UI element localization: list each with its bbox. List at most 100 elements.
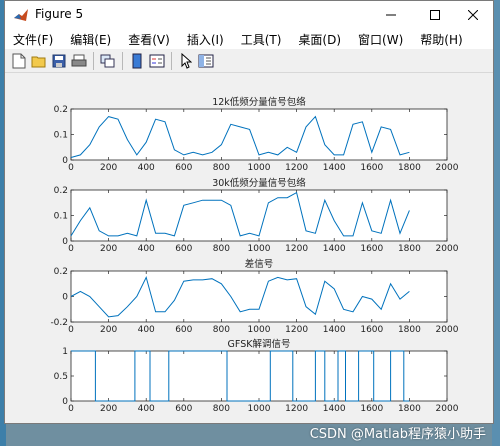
x-tick-label: 1600 [360,404,383,414]
x-tick-label: 0 [68,404,74,414]
y-tick-label: -0.2 [50,318,68,328]
plot-title: 差信号 [245,258,274,270]
open-file-icon [31,56,46,67]
x-tick-label: 1400 [323,244,346,254]
matlab-logo-icon [14,9,28,21]
y-tick-label: 0.2 [54,267,68,277]
x-tick-label: 1200 [285,244,308,254]
x-tick-label: 1400 [323,163,346,173]
menu-edit[interactable]: 编辑(E) [62,31,120,48]
new-figure-button[interactable] [9,51,29,71]
link-plot-button[interactable] [98,51,118,71]
close-button[interactable] [451,1,495,29]
x-tick-label: 1200 [285,325,308,335]
x-tick-label: 1600 [360,244,383,254]
x-tick-label: 800 [213,404,230,414]
close-icon [468,10,478,20]
plot-axes-box [70,270,448,323]
x-tick-label: 0 [68,244,74,254]
print-icon [71,54,87,66]
x-tick-label: 800 [213,163,230,173]
x-tick-label: 1200 [285,163,308,173]
plot-title: 30k低频分量信号包络 [212,177,306,189]
x-tick-label: 1000 [248,404,271,414]
x-tick-label: 2000 [436,163,459,173]
toolbar-separator [93,51,94,70]
property-editor-button[interactable] [196,51,216,71]
x-tick-label: 400 [138,404,155,414]
minimize-button[interactable] [369,1,413,29]
figure-window: Figure 5 文件(F) 编辑(E) 查看(V) 插入(I) 工具(T) 桌… [4,0,494,424]
x-tick-label: 1000 [248,244,271,254]
x-tick-label: 200 [100,404,117,414]
menu-file[interactable]: 文件(F) [5,31,62,48]
y-tick-label: 0.5 [54,372,68,382]
x-tick-label: 800 [213,325,230,335]
figure-toolbar [5,49,493,73]
menu-desktop[interactable]: 桌面(D) [290,31,350,48]
new-figure-icon [12,53,26,68]
figure-canvas: 12k低频分量信号包络 0 200 400 600 800 1000 1200 1400 1600… [5,74,493,423]
link-plot-icon [100,54,115,67]
x-tick-label: 200 [100,325,117,335]
x-tick-label: 1200 [285,404,308,414]
insert-colorbar-button[interactable] [127,51,147,71]
menu-view[interactable]: 查看(V) [120,31,179,48]
x-tick-label: 200 [100,163,117,173]
y-tick-label: 0.2 [54,186,68,196]
x-tick-label: 2000 [436,244,459,254]
y-tick-label: 0 [62,156,68,166]
menu-window[interactable]: 窗口(W) [350,31,412,48]
x-tick-label: 0 [68,325,74,335]
insert-legend-icon [149,54,165,67]
x-tick-label: 600 [175,325,192,335]
menu-help[interactable]: 帮助(H) [412,31,471,48]
y-tick-label: 0.1 [54,212,68,222]
y-tick-label: 1 [62,347,68,357]
y-tick-label: 0.2 [54,105,68,115]
watermark: CSDN @Matlab程序猿小助手 [309,427,486,442]
menu-insert[interactable]: 插入(I) [179,31,233,48]
x-tick-label: 600 [175,163,192,173]
print-button[interactable] [69,51,89,71]
x-tick-label: 600 [175,244,192,254]
toolbar-separator [122,51,123,70]
edit-plot-button[interactable] [176,51,196,71]
x-tick-label: 1400 [323,325,346,335]
x-tick-label: 2000 [436,325,459,335]
x-tick-label: 1400 [323,404,346,414]
x-tick-label: 1600 [360,325,383,335]
insert-colorbar-icon [132,53,142,68]
x-tick-label: 400 [138,163,155,173]
x-tick-label: 1600 [360,163,383,173]
minimize-icon [386,14,396,16]
open-file-button[interactable] [29,51,49,71]
menu-tools[interactable]: 工具(T) [233,31,291,48]
maximize-icon [430,10,440,20]
toolbar-separator [171,51,172,70]
y-tick-label: 0.1 [54,131,68,141]
menu-bar: 文件(F) 编辑(E) 查看(V) 插入(I) 工具(T) 桌面(D) 窗口(W… [5,29,493,49]
save-button[interactable] [49,51,69,71]
x-tick-label: 1800 [398,325,421,335]
edit-plot-arrow-icon [181,52,192,69]
x-tick-label: 1800 [398,404,421,414]
plot-axes-box [70,108,448,161]
title-bar[interactable]: Figure 5 [5,1,493,29]
plot-title: GFSK解调信号 [228,338,291,350]
window-title: Figure 5 [35,7,84,21]
x-tick-label: 0 [68,163,74,173]
y-tick-label: 0 [62,397,68,407]
x-tick-label: 2000 [436,404,459,414]
insert-legend-button[interactable] [147,51,167,71]
y-tick-label: 0 [62,237,68,247]
x-tick-label: 1800 [398,244,421,254]
x-tick-label: 200 [100,244,117,254]
x-tick-label: 400 [138,244,155,254]
plot-title: 12k低频分量信号包络 [212,96,306,108]
property-editor-icon [198,54,214,67]
x-tick-label: 1800 [398,163,421,173]
save-icon [52,54,66,67]
x-tick-label: 600 [175,404,192,414]
x-tick-label: 800 [213,244,230,254]
